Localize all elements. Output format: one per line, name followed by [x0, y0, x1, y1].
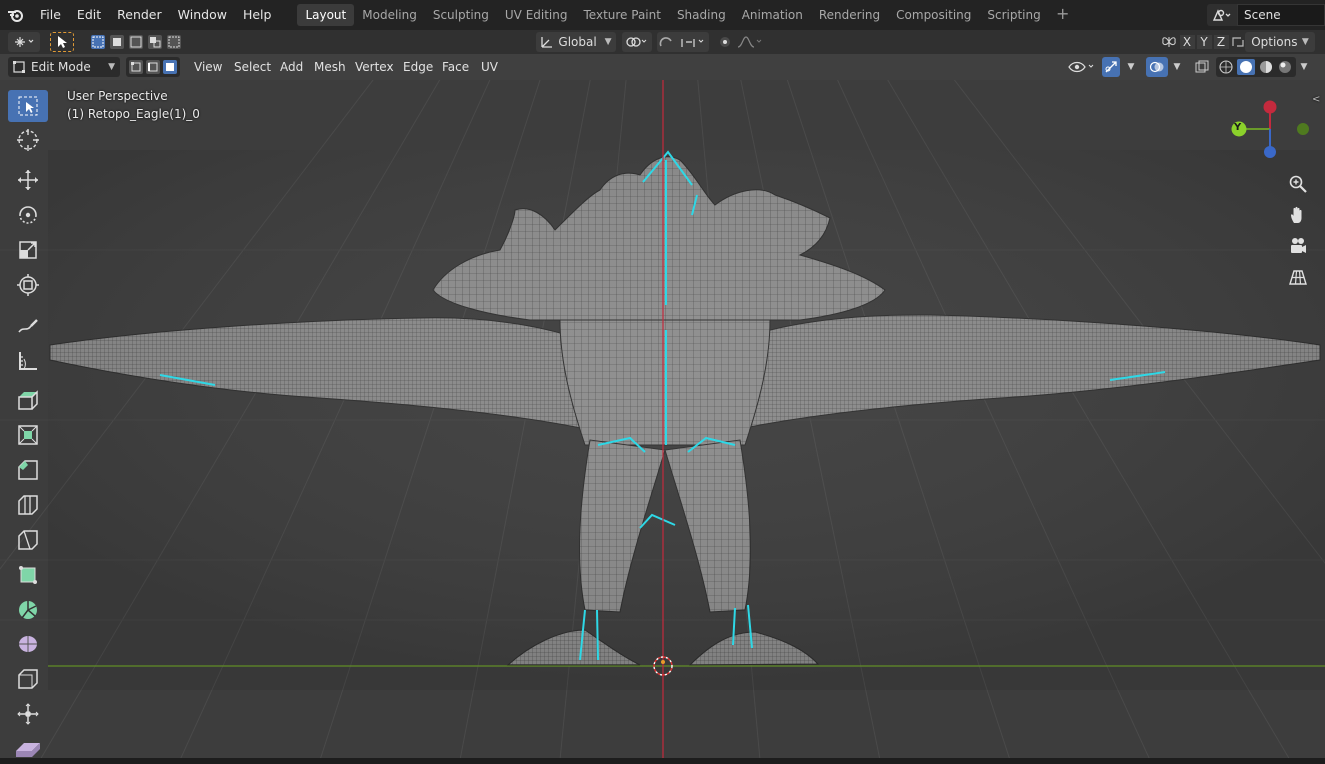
measure-icon[interactable]: [8, 345, 48, 377]
edge-slide-icon[interactable]: [8, 663, 48, 695]
options-dropdown[interactable]: Options ▼: [1245, 32, 1315, 52]
workspace-tabs: Layout Modeling Sculpting UV Editing Tex…: [297, 0, 1072, 30]
snap-icon[interactable]: [657, 32, 709, 52]
tab-scripting[interactable]: Scripting: [979, 4, 1048, 26]
tab-rendering[interactable]: Rendering: [811, 4, 888, 26]
tab-sculpting[interactable]: Sculpting: [425, 4, 497, 26]
visibility-icon[interactable]: [1064, 57, 1100, 77]
tab-animation[interactable]: Animation: [734, 4, 811, 26]
transform-pivot-icon[interactable]: [8, 32, 40, 52]
chevron-down-icon[interactable]: ▼: [1296, 57, 1312, 77]
axis-x-toggle[interactable]: X: [1179, 35, 1195, 49]
annotate-icon[interactable]: [8, 310, 48, 342]
menu-select[interactable]: Select: [228, 57, 277, 77]
menu-window[interactable]: Window: [170, 4, 235, 26]
ortho-grid-icon[interactable]: [1284, 263, 1312, 291]
pan-hand-icon[interactable]: [1284, 201, 1312, 229]
pivot-point-icon[interactable]: [622, 32, 652, 52]
tab-shading[interactable]: Shading: [669, 4, 734, 26]
blender-logo-icon[interactable]: [0, 0, 32, 30]
chevron-down-icon[interactable]: ▼: [1122, 57, 1140, 77]
transform-icon[interactable]: [8, 269, 48, 301]
edit-mode-icon: [13, 61, 25, 73]
shear-icon[interactable]: [8, 732, 48, 764]
overlays-icon[interactable]: [1146, 57, 1168, 77]
add-workspace-button[interactable]: +: [1053, 5, 1073, 25]
gizmo-toggle-icon[interactable]: [1102, 57, 1120, 77]
move-icon[interactable]: [8, 164, 48, 196]
mode-label: Edit Mode: [31, 60, 91, 74]
select-box-icon[interactable]: [8, 90, 48, 122]
menu-uv[interactable]: UV: [475, 57, 504, 77]
mirror-axes-group: X Y Z: [1150, 32, 1260, 52]
gizmo-z-icon: [1263, 100, 1277, 114]
menu-render[interactable]: Render: [109, 4, 170, 26]
tool-header: Global ▼ X Y Z Options ▼: [0, 30, 1325, 54]
chevron-down-icon: ▼: [1301, 37, 1309, 47]
orientation-label: Global: [558, 35, 597, 49]
tab-compositing[interactable]: Compositing: [888, 4, 979, 26]
menu-face[interactable]: Face: [436, 57, 475, 77]
spin-icon[interactable]: [8, 594, 48, 626]
smooth-icon[interactable]: [8, 628, 48, 660]
menu-file[interactable]: File: [32, 4, 69, 26]
selection-mode-group: [88, 32, 184, 52]
menu-add[interactable]: Add: [274, 57, 309, 77]
shrink-fatten-icon[interactable]: [8, 698, 48, 730]
viewport-canvas: [0, 80, 1325, 758]
solid-icon: [1240, 61, 1252, 73]
tab-modeling[interactable]: Modeling: [354, 4, 425, 26]
select-mode-icon[interactable]: [50, 32, 74, 52]
menu-help[interactable]: Help: [235, 4, 280, 26]
axis-z-toggle[interactable]: Z: [1213, 35, 1229, 49]
tab-texture-paint[interactable]: Texture Paint: [576, 4, 669, 26]
chevron-down-icon: ▼: [604, 37, 612, 47]
cursor-icon[interactable]: [8, 124, 48, 156]
gizmo-neg-y-icon: [1297, 123, 1309, 135]
xray-toggle-icon[interactable]: [1192, 57, 1212, 77]
transform-orientation-dropdown[interactable]: Global ▼: [536, 32, 616, 52]
rendered-icon: [1279, 61, 1291, 73]
options-label: Options: [1251, 35, 1298, 49]
tab-layout[interactable]: Layout: [297, 4, 355, 26]
axis-y-toggle[interactable]: Y: [1196, 35, 1212, 49]
menu-vertex[interactable]: Vertex: [349, 57, 400, 77]
chevron-down-icon[interactable]: ▼: [1168, 57, 1186, 77]
view-name-label: User Perspective: [67, 89, 168, 103]
scene-name-field[interactable]: Scene: [1237, 4, 1325, 26]
menu-mesh[interactable]: Mesh: [308, 57, 352, 77]
top-bar: File Edit Render Window Help Layout Mode…: [0, 0, 1325, 30]
menu-view[interactable]: View: [188, 57, 228, 77]
proportional-edit-icon[interactable]: [714, 32, 766, 52]
mode-dropdown[interactable]: Edit Mode ▼: [8, 57, 120, 77]
inset-icon[interactable]: [8, 419, 48, 451]
gizmo-y-label: Y: [1234, 122, 1242, 133]
chevron-down-icon: ▼: [108, 62, 115, 72]
object-name-label: (1) Retopo_Eagle(1)_0: [67, 107, 200, 121]
rotate-icon[interactable]: [8, 199, 48, 231]
collapse-panel-icon[interactable]: <: [1312, 94, 1320, 105]
shading-mode-group: [1216, 57, 1296, 77]
butterfly-icon: [1161, 37, 1176, 47]
camera-icon[interactable]: [1284, 232, 1312, 260]
mesh-select-mode-group: [126, 57, 180, 77]
knife-icon[interactable]: [8, 524, 48, 556]
zoom-icon[interactable]: [1284, 170, 1312, 198]
gizmo-x-icon: [1264, 146, 1276, 158]
scene-icon[interactable]: [1207, 4, 1237, 26]
viewport-header: Edit Mode ▼ View Select Add Mesh Vertex …: [0, 54, 1325, 80]
3d-viewport[interactable]: User Perspective (1) Retopo_Eagle(1)_0 Y…: [0, 80, 1325, 758]
menu-edit[interactable]: Edit: [69, 4, 109, 26]
menu-edge[interactable]: Edge: [397, 57, 439, 77]
loop-cut-icon[interactable]: [8, 489, 48, 521]
bevel-icon[interactable]: [8, 454, 48, 486]
scene-selector: Scene: [1207, 4, 1325, 26]
poly-build-icon[interactable]: [8, 559, 48, 591]
tab-uv-editing[interactable]: UV Editing: [497, 4, 576, 26]
extrude-icon[interactable]: [8, 384, 48, 416]
scale-icon[interactable]: [8, 234, 48, 266]
navigation-gizmo: [1231, 100, 1309, 158]
